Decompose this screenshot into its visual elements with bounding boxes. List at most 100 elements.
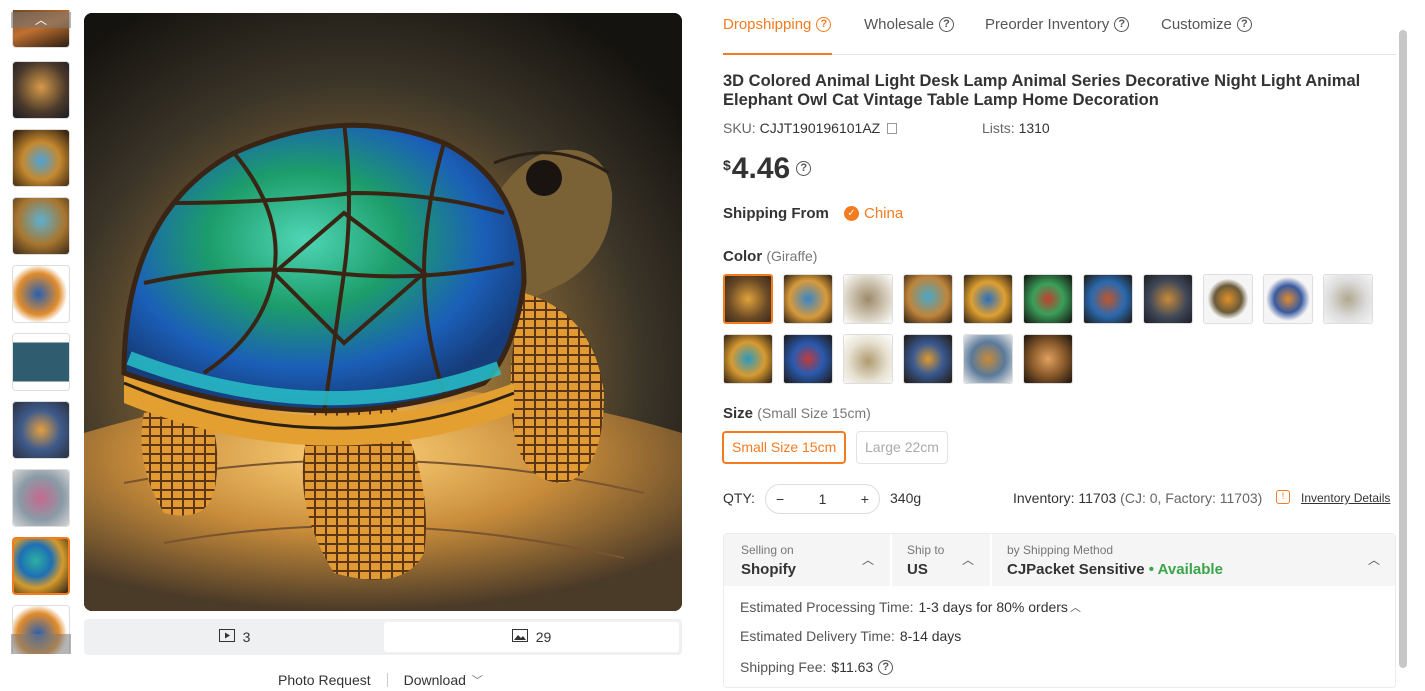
video-tab[interactable]: 3 <box>87 622 382 652</box>
chevron-up-icon: ︿ <box>962 553 975 567</box>
thumbnail[interactable] <box>12 333 70 391</box>
tab-customize[interactable]: Customize ? <box>1161 16 1252 33</box>
sku-value: CJJT190196101AZ <box>759 120 881 136</box>
help-icon[interactable]: ? <box>796 161 812 176</box>
color-swatch[interactable] <box>1023 274 1073 324</box>
color-title: Color <box>723 248 763 265</box>
main-product-image[interactable] <box>84 13 682 611</box>
availability-status: • Available <box>1148 561 1223 578</box>
color-swatch[interactable] <box>783 334 833 384</box>
processing-time-row: Estimated Processing Time: 1-3 days for … <box>740 599 1081 615</box>
fee-value: $11.63 <box>831 659 874 675</box>
price-value: 4.46 <box>731 152 791 185</box>
color-swatch[interactable] <box>843 274 893 324</box>
size-option-small[interactable]: Small Size 15cm <box>722 431 847 464</box>
ship-to-value: US <box>907 561 928 578</box>
thumbnail-scroll-up-button[interactable]: ︿ <box>11 12 71 28</box>
thumbnail[interactable] <box>12 265 70 323</box>
size-label: Size (Small Size 15cm) <box>723 405 871 422</box>
tab-dropshipping[interactable]: Dropshipping ? <box>723 16 832 33</box>
page-scrollbar[interactable] <box>1399 30 1407 668</box>
thumbnail[interactable] <box>12 469 70 527</box>
thumbnail-list <box>11 10 71 654</box>
tab-label: Preorder Inventory <box>985 16 1110 33</box>
sku-row: SKU: CJJT190196101AZ <box>723 120 898 136</box>
help-icon[interactable]: ? <box>1114 17 1130 32</box>
photo-actions: Photo Request Download ﹀ <box>278 672 483 688</box>
color-swatch[interactable] <box>723 334 773 384</box>
thumbnail[interactable] <box>12 129 70 187</box>
divider <box>386 673 388 687</box>
help-icon[interactable]: ? <box>878 659 894 675</box>
color-swatch[interactable] <box>963 334 1013 384</box>
size-title: Size <box>723 405 754 422</box>
ship-to-selector[interactable]: Ship to US ︿ <box>892 534 990 586</box>
tab-wholesale[interactable]: Wholesale ? <box>864 16 955 33</box>
delivery-time-row: Estimated Delivery Time: 8-14 days <box>740 628 961 644</box>
tab-preorder-inventory[interactable]: Preorder Inventory ? <box>985 16 1130 33</box>
thumbnail-scroll-down-button[interactable] <box>11 634 71 654</box>
help-icon[interactable]: ? <box>939 17 955 32</box>
shipping-panel: Selling on Shopify ︿ Ship to US ︿ by Shi… <box>723 533 1396 688</box>
sku-label: SKU: <box>723 120 756 136</box>
increment-button[interactable]: + <box>861 491 869 507</box>
size-selected: (Small Size 15cm) <box>757 405 871 421</box>
selling-on-value: Shopify <box>741 561 796 578</box>
shipping-method-selector[interactable]: by Shipping Method CJPacket Sensitive • … <box>992 534 1395 586</box>
lists-label: Lists: <box>982 120 1015 136</box>
color-swatch[interactable] <box>1203 274 1253 324</box>
help-icon[interactable]: ? <box>1236 17 1252 32</box>
turtle-lamp-image <box>84 13 682 611</box>
help-icon[interactable]: ? <box>816 17 832 32</box>
thumbnail[interactable] <box>12 197 70 255</box>
decrement-button[interactable]: − <box>776 491 784 507</box>
color-label: Color (Giraffe) <box>723 248 817 265</box>
color-swatch[interactable] <box>963 274 1013 324</box>
color-swatch[interactable] <box>723 274 773 324</box>
lists-value: 1310 <box>1018 120 1050 136</box>
color-swatch[interactable] <box>1143 274 1193 324</box>
color-swatch[interactable] <box>1023 334 1073 384</box>
quantity-stepper: − 1 + <box>765 484 880 514</box>
inventory-details-link[interactable]: Inventory Details <box>1301 491 1390 505</box>
shipping-from-value: China <box>864 205 904 222</box>
shipping-method-name: CJPacket Sensitive <box>1007 561 1145 578</box>
shipping-fee-row: Shipping Fee: $11.63 ? <box>740 659 894 675</box>
download-button[interactable]: Download <box>404 672 466 688</box>
thumbnail[interactable] <box>12 61 70 119</box>
color-swatch[interactable] <box>903 274 953 324</box>
color-swatch[interactable] <box>1323 274 1373 324</box>
color-swatch[interactable] <box>903 334 953 384</box>
size-option-large[interactable]: Large 22cm <box>856 431 948 464</box>
thumbnail[interactable] <box>12 401 70 459</box>
fee-label: Shipping Fee: <box>740 659 827 675</box>
chevron-up-icon[interactable]: ︿ <box>1070 599 1081 615</box>
purchase-mode-tabs: Dropshipping ? Wholesale ? Preorder Inve… <box>723 13 1396 55</box>
color-swatch[interactable] <box>843 334 893 384</box>
tab-label: Wholesale <box>864 16 935 33</box>
photo-request-link[interactable]: Photo Request <box>278 672 371 688</box>
color-swatch[interactable] <box>1083 274 1133 324</box>
color-swatch[interactable] <box>1263 274 1313 324</box>
selling-on-selector[interactable]: Selling on Shopify ︿ <box>724 534 890 586</box>
shipping-from-option[interactable]: ✓ China <box>844 205 903 222</box>
qty-label: QTY: <box>723 490 755 506</box>
image-tab[interactable]: 29 <box>384 622 679 652</box>
thumbnail-active[interactable] <box>12 537 70 595</box>
check-icon: ✓ <box>844 206 859 221</box>
tab-label: Dropshipping <box>723 16 812 33</box>
color-selected: (Giraffe) <box>766 248 818 264</box>
product-title: 3D Colored Animal Light Desk Lamp Animal… <box>723 72 1361 109</box>
delivery-label: Estimated Delivery Time: <box>740 628 895 644</box>
video-icon <box>218 629 235 645</box>
video-count: 3 <box>242 629 251 645</box>
quantity-input[interactable]: 1 <box>819 491 827 507</box>
copy-icon[interactable] <box>887 123 898 134</box>
chevron-up-icon: ︿ <box>862 553 875 567</box>
shipping-method-label: by Shipping Method <box>1007 543 1114 557</box>
delivery-value: 8-14 days <box>899 628 962 644</box>
processing-label: Estimated Processing Time: <box>740 599 914 615</box>
color-swatch[interactable] <box>783 274 833 324</box>
active-tab-indicator <box>723 53 832 55</box>
product-weight: 340g <box>890 490 922 506</box>
